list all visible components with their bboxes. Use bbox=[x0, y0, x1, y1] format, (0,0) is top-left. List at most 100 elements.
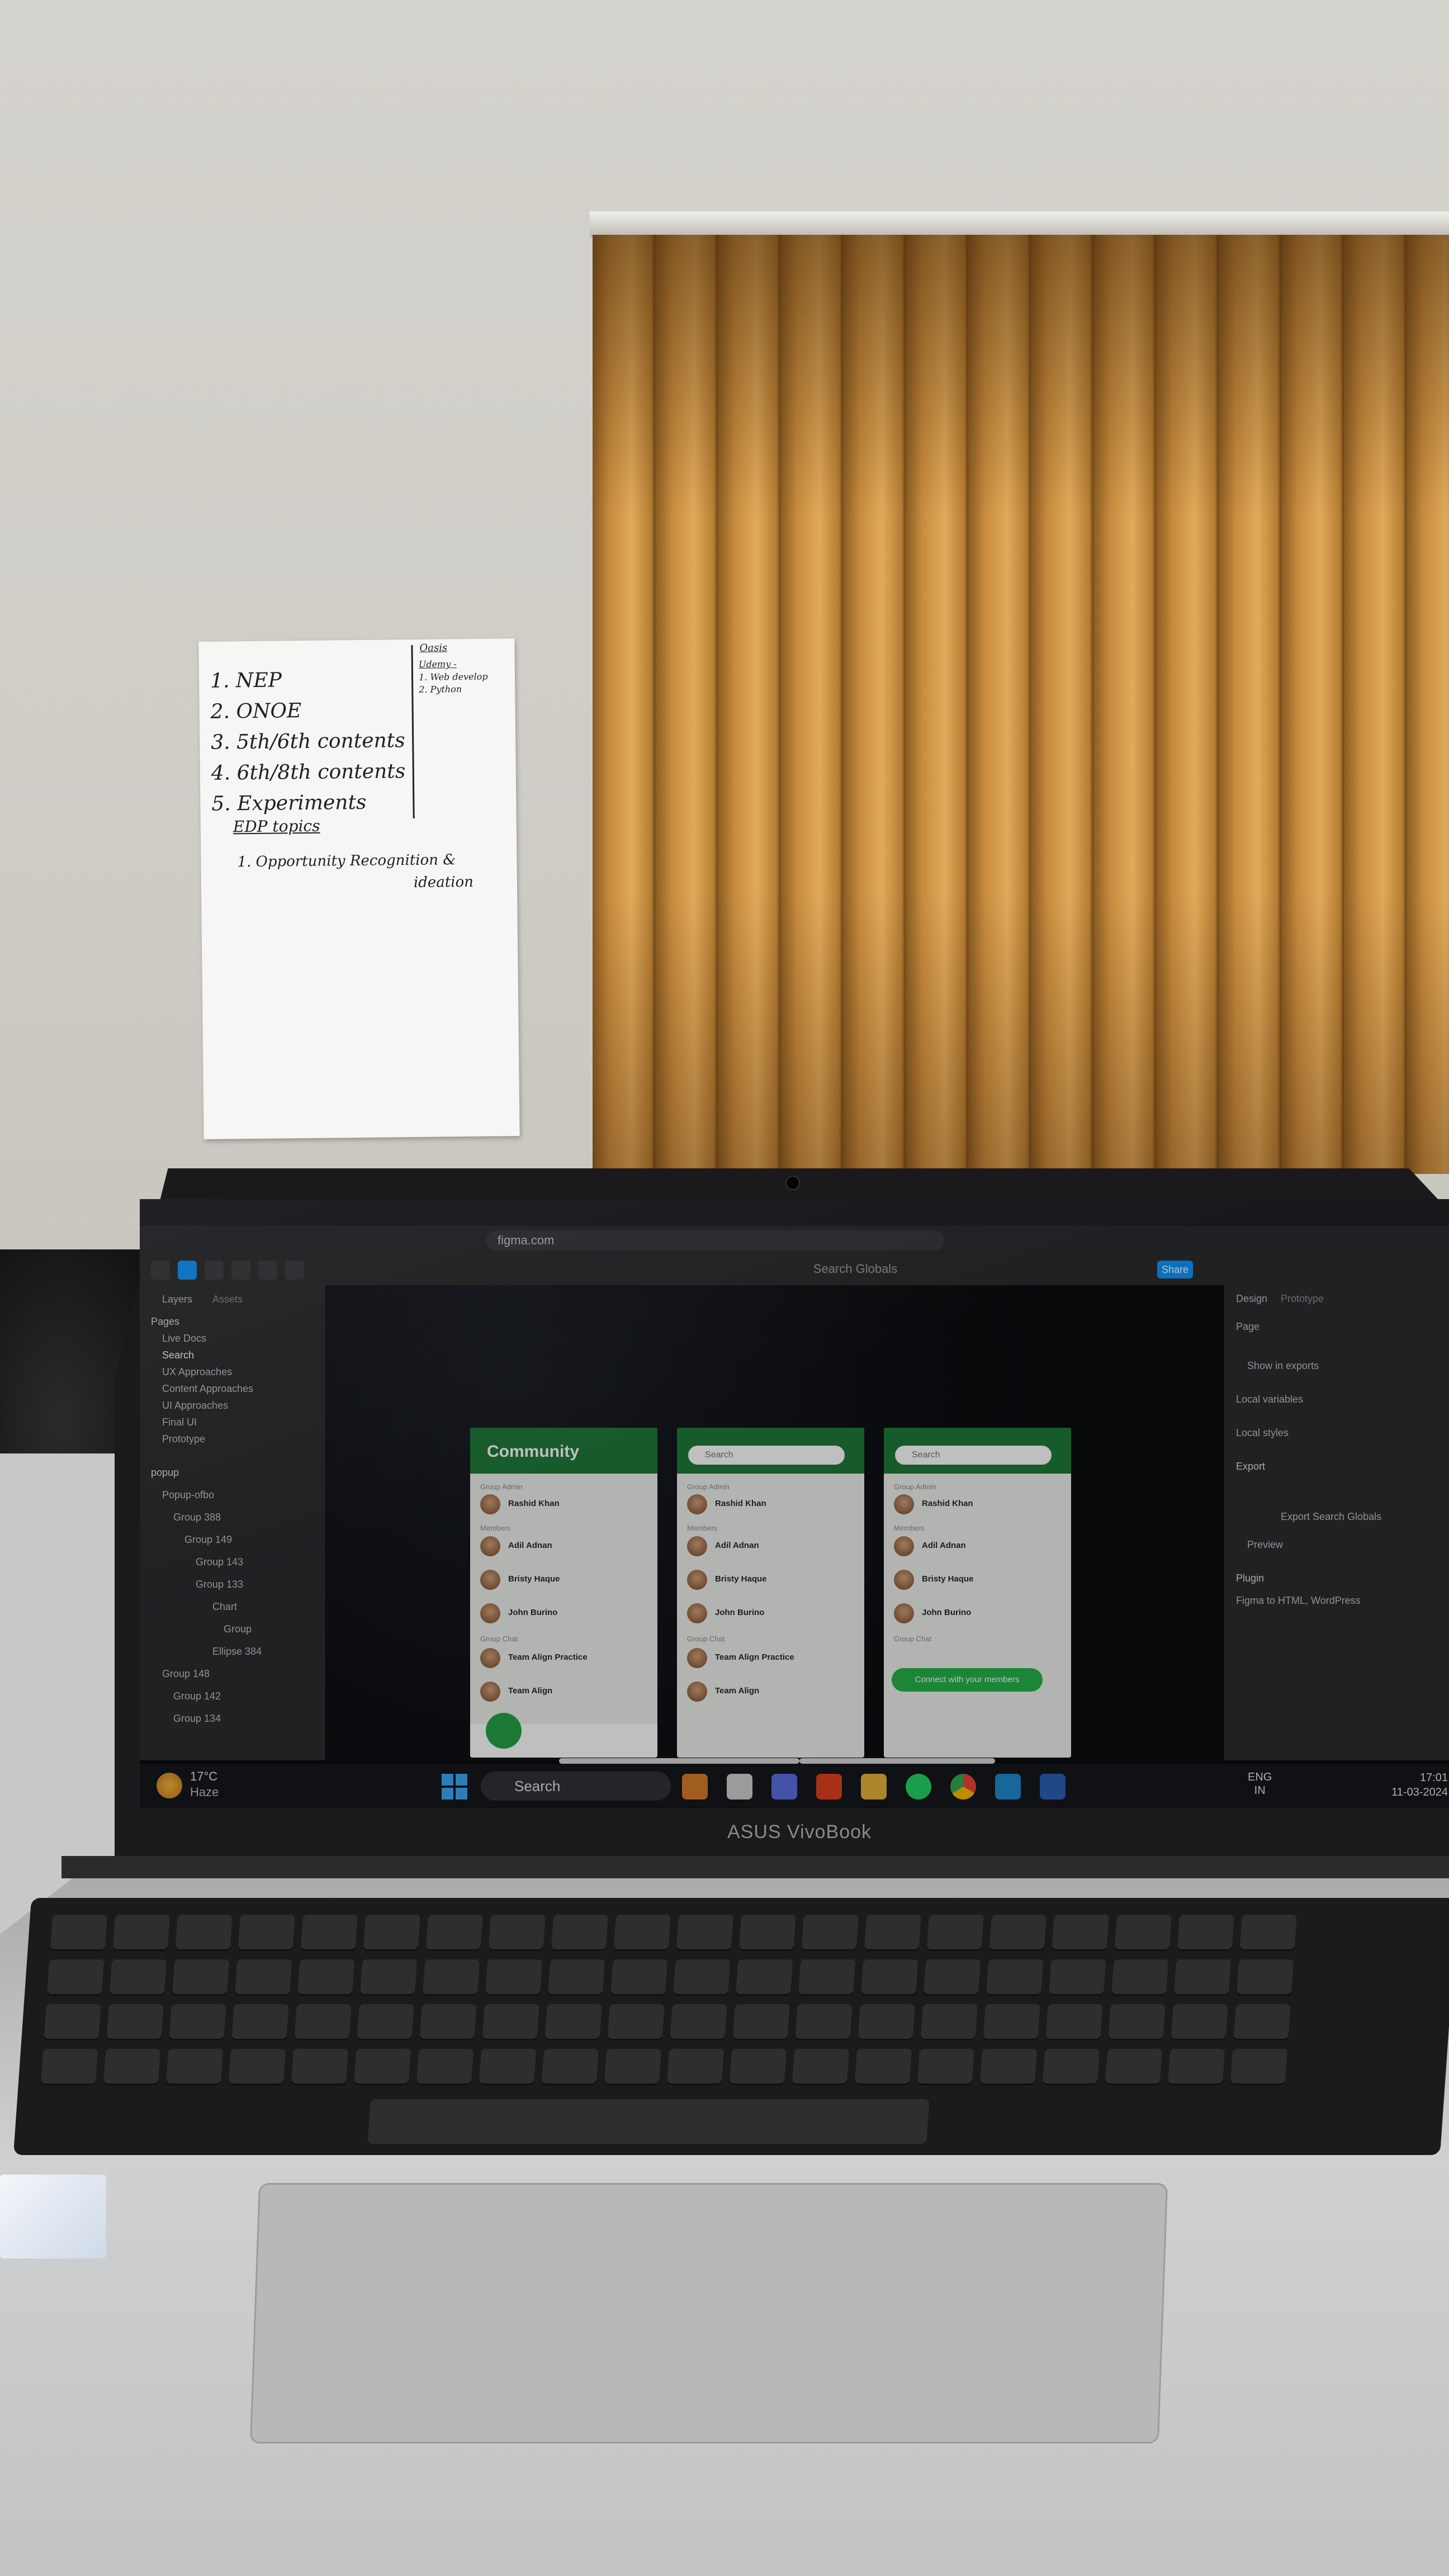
layer-item[interactable]: popup bbox=[140, 1464, 335, 1481]
avatar bbox=[480, 1536, 500, 1556]
address-bar[interactable]: figma.com bbox=[486, 1230, 945, 1251]
member-name: Adil Adnan bbox=[715, 1541, 759, 1550]
system-clock[interactable]: 17:01 11-03-2024 bbox=[1370, 1770, 1448, 1800]
page-item[interactable]: Content Approaches bbox=[140, 1380, 347, 1397]
list-item: John Burino bbox=[687, 1601, 855, 1626]
browser-toolbar: figma.com bbox=[140, 1226, 1449, 1255]
keyboard-key bbox=[1177, 1915, 1234, 1949]
note-item: Oasis bbox=[419, 642, 448, 654]
local-styles[interactable]: Local styles bbox=[1236, 1425, 1289, 1441]
word-icon[interactable] bbox=[1040, 1774, 1066, 1800]
horizontal-scrollbar[interactable] bbox=[799, 1758, 995, 1764]
tab-design[interactable]: Design bbox=[1236, 1291, 1267, 1306]
chat-name: Team Align bbox=[508, 1686, 553, 1696]
keyboard-key bbox=[110, 1959, 167, 1994]
page-item[interactable]: Prototype bbox=[140, 1431, 347, 1447]
pen-tool-icon[interactable] bbox=[258, 1261, 277, 1280]
figma-canvas[interactable]: Community Group Admin Rashid Khan Member… bbox=[325, 1285, 1275, 1760]
weather-temperature[interactable]: 17°C bbox=[190, 1769, 217, 1784]
frame-tool-icon[interactable] bbox=[205, 1261, 224, 1280]
plugin-item[interactable]: Figma to HTML, WordPress bbox=[1236, 1593, 1361, 1608]
taskbar-search[interactable]: Search bbox=[481, 1772, 671, 1801]
export-button[interactable]: Export Search Globals bbox=[1281, 1509, 1381, 1524]
page-section-label: Page bbox=[1236, 1321, 1260, 1332]
whatsapp-button: Connect with your members bbox=[892, 1668, 1043, 1692]
page-item[interactable]: UX Approaches bbox=[140, 1363, 347, 1380]
keyboard-key bbox=[604, 2049, 662, 2083]
text-tool-icon[interactable] bbox=[285, 1261, 304, 1280]
clock-time: 17:01 bbox=[1419, 1772, 1448, 1784]
frame-header: Community bbox=[470, 1428, 657, 1474]
avatar bbox=[894, 1494, 914, 1514]
key-row bbox=[40, 2049, 1288, 2083]
layer-item[interactable]: Group 148 bbox=[140, 1665, 347, 1682]
share-button[interactable]: Share bbox=[1157, 1261, 1193, 1278]
teams-icon[interactable] bbox=[771, 1774, 797, 1800]
list-item: John Burino bbox=[480, 1601, 648, 1626]
laptop-screen: figma.com Search Globals Share Layers As… bbox=[140, 1199, 1449, 1808]
folder-icon[interactable] bbox=[861, 1774, 887, 1800]
keyboard-key bbox=[106, 2004, 164, 2039]
tab-prototype[interactable]: Prototype bbox=[1281, 1291, 1324, 1306]
section-label: Group Chat bbox=[480, 1635, 518, 1643]
page-item[interactable]: Search bbox=[140, 1347, 347, 1363]
figma-menu-icon[interactable] bbox=[151, 1261, 170, 1280]
keyboard-key bbox=[732, 2004, 790, 2039]
keyboard-key bbox=[979, 2049, 1038, 2083]
list-item: Adil Adnan bbox=[687, 1534, 855, 1559]
keyboard-key bbox=[1052, 1915, 1109, 1949]
language-indicator[interactable]: ENG IN bbox=[1248, 1770, 1272, 1797]
member-name: Adil Adnan bbox=[508, 1541, 552, 1550]
page-item[interactable]: Live Docs bbox=[140, 1330, 347, 1347]
keyboard-key bbox=[1239, 1915, 1297, 1949]
keyboard-key bbox=[673, 1959, 731, 1994]
widget-icon[interactable] bbox=[682, 1774, 708, 1800]
show-in-exports-checkbox[interactable]: Show in exports bbox=[1247, 1358, 1319, 1374]
page-item[interactable]: UI Approaches bbox=[140, 1397, 347, 1414]
design-frame[interactable]: Search Group Admin Rashid Khan Members A… bbox=[884, 1428, 1071, 1758]
list-item: Team Align bbox=[687, 1679, 855, 1704]
shape-tool-icon[interactable] bbox=[231, 1261, 250, 1280]
keyboard-key bbox=[419, 2004, 477, 2039]
keyboard-key bbox=[40, 2049, 98, 2083]
whatsapp-icon[interactable] bbox=[906, 1774, 931, 1800]
horizontal-scrollbar[interactable] bbox=[559, 1758, 799, 1764]
space-bar bbox=[367, 2099, 930, 2144]
preview-toggle[interactable]: Preview bbox=[1247, 1537, 1283, 1552]
vscode-icon[interactable] bbox=[995, 1774, 1021, 1800]
weather-condition[interactable]: Haze bbox=[190, 1785, 219, 1800]
weather-icon[interactable] bbox=[157, 1773, 182, 1798]
avatar bbox=[480, 1494, 500, 1514]
keyboard-key bbox=[926, 1915, 984, 1949]
keyboard-key bbox=[1233, 2004, 1291, 2039]
file-explorer-icon[interactable] bbox=[727, 1774, 752, 1800]
keyboard-key bbox=[607, 2004, 665, 2039]
chat-name: Team Align Practice bbox=[715, 1652, 794, 1662]
brave-browser-icon[interactable] bbox=[816, 1774, 842, 1800]
move-tool-icon[interactable] bbox=[178, 1261, 197, 1280]
member-name: John Burino bbox=[508, 1608, 558, 1617]
note-item: 4. 6th/8th contents bbox=[211, 760, 406, 785]
design-frame[interactable]: Search Group Admin Rashid Khan Members A… bbox=[677, 1428, 864, 1758]
avatar bbox=[687, 1570, 707, 1590]
keyboard-key bbox=[425, 1915, 483, 1949]
laptop-brand: ASUS VivoBook bbox=[727, 1821, 872, 1843]
page-item[interactable]: Final UI bbox=[140, 1414, 347, 1431]
avatar bbox=[894, 1603, 914, 1623]
avatar bbox=[480, 1603, 500, 1623]
keyboard-key bbox=[924, 1959, 981, 1994]
keyboard-key bbox=[1237, 1959, 1294, 1994]
keyboard-key bbox=[1167, 2049, 1225, 2083]
keyboard-key bbox=[1174, 1959, 1232, 1994]
file-title[interactable]: Search Globals bbox=[744, 1262, 967, 1278]
keyboard-key bbox=[613, 1915, 671, 1949]
keyboard-key bbox=[165, 2049, 224, 2083]
avatar bbox=[480, 1648, 500, 1668]
layer-item[interactable]: Popup-ofbo bbox=[140, 1486, 347, 1503]
local-variables[interactable]: Local variables bbox=[1236, 1391, 1303, 1407]
windows-start-icon[interactable] bbox=[442, 1774, 467, 1800]
list-item: Rashid Khan bbox=[687, 1492, 855, 1517]
chrome-icon[interactable] bbox=[950, 1774, 976, 1800]
design-frame[interactable]: Community Group Admin Rashid Khan Member… bbox=[470, 1428, 657, 1758]
avatar bbox=[480, 1682, 500, 1702]
